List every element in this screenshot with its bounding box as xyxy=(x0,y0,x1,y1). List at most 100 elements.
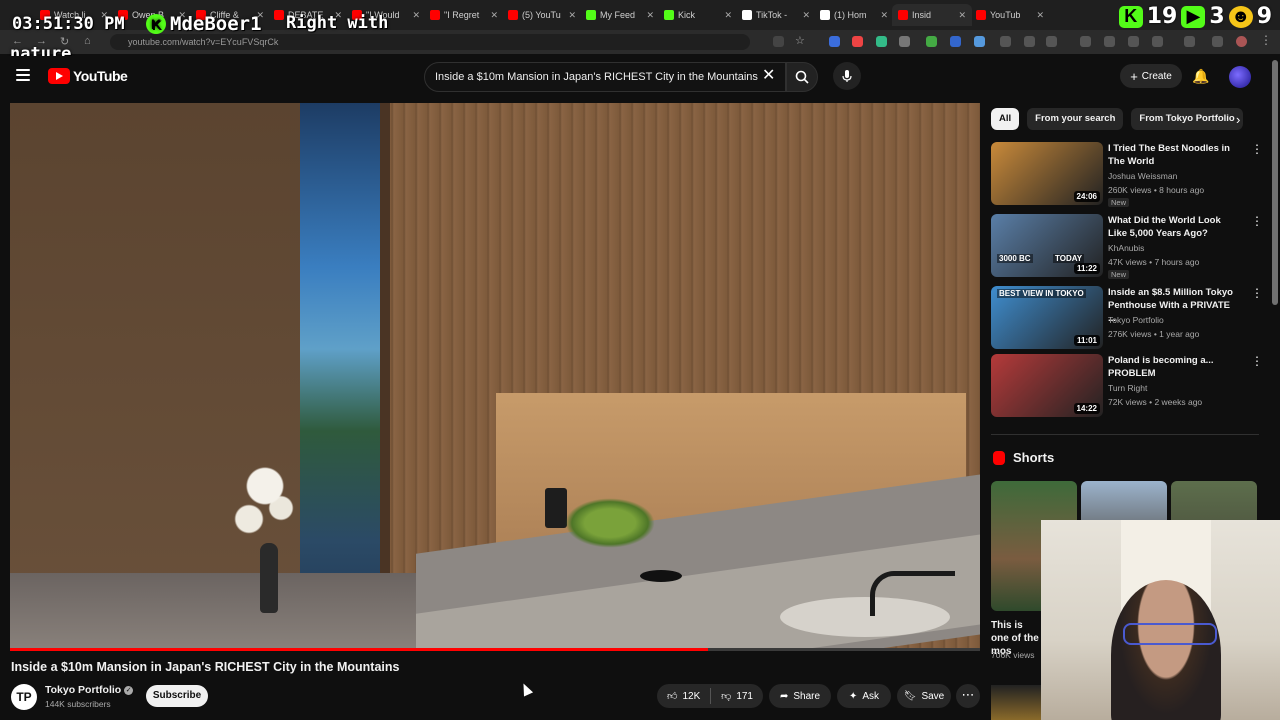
chevron-right-icon[interactable]: › xyxy=(1236,112,1240,127)
recommended-video[interactable]: 14:22 Poland is becoming a... PROBLEM Turn… xyxy=(991,354,1263,420)
hamburger-menu-icon[interactable] xyxy=(16,69,30,81)
close-tab-icon[interactable]: ✕ xyxy=(802,10,810,21)
extension-icon[interactable] xyxy=(876,36,887,47)
recommended-video-title[interactable]: Poland is becoming a... PROBLEM xyxy=(1108,354,1234,380)
youtube-logo-text: YouTube xyxy=(73,68,128,84)
recommended-video[interactable]: 24:06 I Tried The Best Noodles in The Wor… xyxy=(991,142,1263,208)
extension-icon[interactable] xyxy=(1000,36,1011,47)
chip-all[interactable]: All xyxy=(991,108,1020,130)
create-button[interactable]: + Create xyxy=(1120,64,1182,88)
save-label: Save xyxy=(921,690,945,702)
extension-icon[interactable] xyxy=(852,36,863,47)
recommended-video-channel[interactable]: KhAnubis xyxy=(1108,243,1144,253)
recommended-video-channel[interactable]: Turn Right xyxy=(1108,383,1147,393)
thumbs-down-icon: 👎︎ xyxy=(721,691,732,702)
short-thumbnail[interactable] xyxy=(991,685,1041,720)
search-input[interactable]: Inside a $10m Mansion in Japan's RICHEST… xyxy=(424,62,786,92)
close-tab-icon[interactable]: ✕ xyxy=(490,10,498,21)
like-button[interactable]: 👍︎ 12K xyxy=(657,684,710,708)
more-options-icon[interactable]: ⋮ xyxy=(1251,143,1263,155)
extension-icon[interactable] xyxy=(1024,36,1035,47)
thumbnail-text: 3000 BC xyxy=(997,254,1033,263)
voice-search-button[interactable] xyxy=(833,62,861,90)
install-icon[interactable] xyxy=(773,36,784,47)
dislike-button[interactable]: 👎︎ 171 xyxy=(711,684,763,708)
extension-icon[interactable] xyxy=(926,36,937,47)
chip-from-your-search[interactable]: From your search xyxy=(1027,108,1124,130)
tab-favicon-icon xyxy=(430,10,440,20)
channel-name[interactable]: Tokyo Portfolio ✓ xyxy=(45,684,134,696)
tab-favicon-icon xyxy=(274,10,284,20)
video-thumbnail[interactable]: 3000 BC TODAY 11:22 xyxy=(991,214,1103,277)
youtube-logo[interactable]: YouTube xyxy=(48,68,128,84)
close-tab-icon[interactable]: ✕ xyxy=(724,10,732,21)
page-scrollbar[interactable] xyxy=(1272,60,1278,305)
browser-tab[interactable]: Kick ✕ xyxy=(658,4,738,26)
notifications-bell-icon[interactable]: 🔔 xyxy=(1192,68,1209,85)
recommended-video[interactable]: BEST VIEW IN TOKYO 11:01 Inside an $8.5 Mi… xyxy=(991,286,1263,352)
share-button[interactable]: ➦ Share xyxy=(769,684,831,708)
close-tab-icon[interactable]: ✕ xyxy=(958,10,966,21)
chip-from-tokyo-portfolio[interactable]: From Tokyo Portfolio xyxy=(1131,108,1243,130)
more-options-icon[interactable]: ⋮ xyxy=(1251,215,1263,227)
browser-tab[interactable]: "I Regret ✕ xyxy=(424,4,504,26)
tab-label: Insid xyxy=(912,10,932,20)
save-button[interactable]: 🔖︎ Save xyxy=(897,684,951,708)
video-thumbnail[interactable]: 24:06 xyxy=(991,142,1103,205)
recommended-video-channel[interactable]: Joshua Weissman xyxy=(1108,171,1177,181)
subscribe-button[interactable]: Subscribe xyxy=(146,685,208,707)
tab-label: TikTok - xyxy=(756,10,788,20)
video-thumbnail[interactable]: 14:22 xyxy=(991,354,1103,417)
ask-button[interactable]: ✦ Ask xyxy=(837,684,891,708)
browser-tab[interactable]: My Feed ✕ xyxy=(580,4,660,26)
browser-tab[interactable]: (5) YouTu ✕ xyxy=(502,4,582,26)
recommended-video-meta: 260K views • 8 hours ago xyxy=(1108,185,1205,195)
video-frame-vase xyxy=(260,543,278,613)
browser-menu-icon[interactable]: ⋮ xyxy=(1260,33,1272,47)
extensions-puzzle-icon[interactable] xyxy=(1046,36,1057,47)
recommended-video-meta: 47K views • 7 hours ago xyxy=(1108,257,1200,267)
close-tab-icon[interactable]: ✕ xyxy=(646,10,654,21)
more-options-icon[interactable]: ⋮ xyxy=(1251,287,1263,299)
downloads-icon[interactable] xyxy=(1212,36,1223,47)
more-options-icon[interactable]: ⋮ xyxy=(1251,355,1263,367)
mouse-cursor xyxy=(518,681,534,697)
channel-name-text: Tokyo Portfolio xyxy=(45,684,122,696)
sidebar-icon[interactable] xyxy=(1152,36,1163,47)
recommended-video-meta: 72K views • 2 weeks ago xyxy=(1108,397,1203,407)
browser-tab[interactable]: YouTub ✕ xyxy=(970,4,1050,26)
more-actions-button[interactable]: ⋯ xyxy=(956,684,980,708)
extension-icon[interactable] xyxy=(974,36,985,47)
thumbnail-text: BEST VIEW IN TOKYO xyxy=(997,289,1086,298)
close-tab-icon[interactable]: ✕ xyxy=(568,10,576,21)
close-tab-icon[interactable]: ✕ xyxy=(412,10,420,21)
account-avatar[interactable] xyxy=(1229,66,1251,88)
share-icon: ➦ xyxy=(779,690,789,702)
video-thumbnail[interactable]: BEST VIEW IN TOKYO 11:01 xyxy=(991,286,1103,349)
browser-tab[interactable]: TikTok - ✕ xyxy=(736,4,816,26)
search-button[interactable] xyxy=(786,62,818,92)
recommended-video-title[interactable]: I Tried The Best Noodles in The World xyxy=(1108,142,1234,168)
recommended-video-title[interactable]: What Did the World Look Like 5,000 Years… xyxy=(1108,214,1234,240)
extension-icon[interactable] xyxy=(829,36,840,47)
video-progress-bar[interactable] xyxy=(10,648,980,651)
clear-search-icon[interactable]: ✕ xyxy=(762,68,775,84)
video-player[interactable] xyxy=(10,103,980,650)
chat-username: K MdeBoer1 xyxy=(146,13,262,35)
browser-tab[interactable]: (1) Hom ✕ xyxy=(814,4,894,26)
extension-icon[interactable] xyxy=(1104,36,1115,47)
browser-tab[interactable]: Insid ✕ xyxy=(892,4,972,26)
recommended-video[interactable]: 3000 BC TODAY 11:22 What Did the World Look… xyxy=(991,214,1263,280)
profile-avatar[interactable] xyxy=(1236,36,1247,47)
recommended-video-channel[interactable]: Tokyo Portfolio xyxy=(1108,315,1164,325)
extension-icon[interactable] xyxy=(950,36,961,47)
close-tab-icon[interactable]: ✕ xyxy=(1036,10,1044,21)
bookmark-star-icon[interactable]: ☆ xyxy=(795,34,806,47)
history-icon[interactable] xyxy=(1080,36,1091,47)
extension-icon[interactable] xyxy=(1184,36,1195,47)
channel-avatar[interactable]: TP xyxy=(11,684,37,710)
extension-icon[interactable] xyxy=(899,36,910,47)
devtools-icon[interactable] xyxy=(1128,36,1139,47)
close-tab-icon[interactable]: ✕ xyxy=(880,10,888,21)
search-input-value: Inside a $10m Mansion in Japan's RICHEST… xyxy=(435,71,758,83)
